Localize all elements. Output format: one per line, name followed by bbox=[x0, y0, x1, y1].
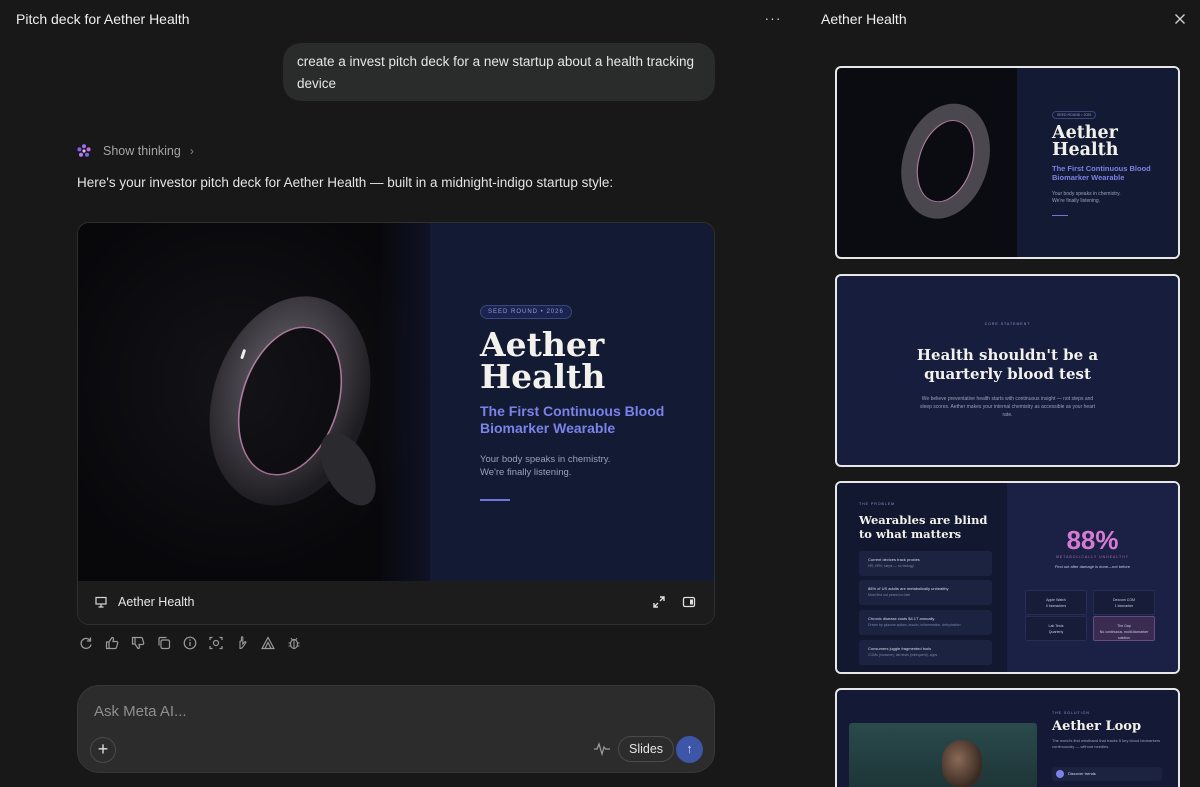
side-panel-icon[interactable] bbox=[682, 595, 696, 609]
chat-panel: Pitch deck for Aether Health ··· create … bbox=[0, 0, 800, 787]
slides-side-panel: Aether Health SEED ROUND • 2026 Aether H… bbox=[800, 0, 1200, 787]
thumb-badge: SEED ROUND • 2026 bbox=[1052, 111, 1097, 119]
person-face-image bbox=[942, 740, 982, 787]
triangle-layers-icon[interactable] bbox=[260, 635, 276, 651]
problem-row-detail: Driven by glucose spikes, insulin, infla… bbox=[868, 623, 961, 627]
slide-title-panel bbox=[430, 223, 714, 581]
share-hand-icon[interactable] bbox=[234, 635, 250, 651]
thumb-headline: Aether Loop bbox=[1052, 719, 1142, 734]
comparison-cell: Lab Tests Quarterly bbox=[1025, 616, 1087, 641]
thumb-kicker: THE SOLUTION bbox=[1052, 711, 1090, 715]
stat-value: 88% bbox=[1066, 525, 1119, 555]
problem-row-detail: CGMs (invasive), lab tests (infrequent),… bbox=[868, 653, 938, 657]
deck-preview-slide[interactable]: SEED ROUND • 2026 Aether Health The Firs… bbox=[78, 223, 714, 581]
screenshot-scan-icon[interactable] bbox=[208, 635, 224, 651]
meta-ai-spark-icon bbox=[77, 144, 91, 157]
problem-row: Consumers juggle fragmented tools CGMs (… bbox=[859, 640, 992, 665]
problem-row-title: Consumers juggle fragmented tools bbox=[868, 646, 932, 651]
expand-icon[interactable] bbox=[652, 595, 666, 609]
discover-trends-chip: Discover trends bbox=[1052, 767, 1162, 781]
deck-name: Aether Health bbox=[118, 595, 195, 609]
stat-label: METABOLICALLY UNHEALTHY bbox=[1055, 555, 1130, 559]
cell-value: 0 biomarkers bbox=[1045, 604, 1067, 608]
deck-footer: Aether Health bbox=[78, 581, 714, 624]
chat-title: Pitch deck for Aether Health bbox=[16, 11, 190, 27]
seed-round-badge: SEED ROUND • 2026 bbox=[480, 305, 572, 319]
slide-body-line: Your body speaks in chemistry. bbox=[480, 454, 611, 465]
thumb-subtitle: The First Continuous Blood Biomarker Wea… bbox=[1052, 164, 1151, 182]
problem-row-detail: Most find out years too late bbox=[868, 593, 911, 597]
slide-body: Your body speaks in chemistry. We're fin… bbox=[480, 453, 680, 479]
thumb-body-line: Your body speaks in chemistry. bbox=[1052, 191, 1121, 197]
problem-row-title: Current devices track proxies bbox=[868, 557, 920, 562]
info-icon[interactable] bbox=[182, 635, 198, 651]
thumb-accent-rule bbox=[1052, 215, 1068, 216]
voice-waveform-icon[interactable] bbox=[593, 742, 611, 756]
wristband-image bbox=[209, 296, 376, 506]
accent-rule bbox=[480, 499, 510, 501]
problem-row-title: 88% of US adults are metabolically unhea… bbox=[868, 586, 949, 591]
assistant-reply: Here's your investor pitch deck for Aeth… bbox=[77, 175, 614, 190]
thumb-headline: Wearables are blind to what matters bbox=[859, 513, 988, 541]
copy-icon[interactable] bbox=[156, 635, 172, 651]
send-button[interactable]: ↑ bbox=[676, 736, 703, 763]
regenerate-icon[interactable] bbox=[78, 635, 94, 651]
problem-row: Chronic disease costs $4.1T annually Dri… bbox=[859, 610, 992, 635]
slide-body-line: We're finally listening. bbox=[480, 467, 572, 478]
stat-caption: Find out after damage is done—not before bbox=[1054, 564, 1131, 569]
problem-row: Current devices track proxies HR, HRV, s… bbox=[859, 551, 992, 576]
user-message: create a invest pitch deck for a new sta… bbox=[283, 43, 715, 101]
thumb-kicker: THE PROBLEM bbox=[859, 502, 896, 506]
problem-row-detail: HR, HRV, steps — no biology bbox=[868, 564, 914, 568]
cell-value: Quarterly bbox=[1048, 630, 1064, 634]
thumbs-up-icon[interactable] bbox=[104, 635, 120, 651]
presentation-icon bbox=[95, 596, 107, 608]
slide-thumbnail-3[interactable]: THE PROBLEM Wearables are blind to what … bbox=[835, 481, 1180, 674]
message-composer: + Slides ↑ bbox=[77, 685, 715, 773]
thumb-paragraph: We believe preventative health starts wi… bbox=[919, 396, 1096, 418]
side-panel-title: Aether Health bbox=[821, 11, 907, 27]
thumb-paragraph: The world's first wristband that tracks … bbox=[1052, 738, 1161, 749]
chevron-right-icon: › bbox=[189, 144, 194, 158]
add-attachment-button[interactable]: + bbox=[90, 737, 116, 763]
comparison-cell: Apple Watch 0 biomarkers bbox=[1025, 590, 1087, 615]
bug-report-icon[interactable] bbox=[286, 635, 302, 651]
cell-value: No continuous, multi-biomarker solution bbox=[1099, 630, 1149, 640]
slide-title: Aether Health bbox=[480, 325, 606, 396]
thumb-kicker: CORE STATEMENT bbox=[984, 322, 1031, 326]
slides-mode-chip[interactable]: Slides bbox=[618, 736, 675, 762]
thumbs-down-icon[interactable] bbox=[130, 635, 146, 651]
show-thinking-toggle[interactable]: Show thinking › bbox=[76, 142, 194, 160]
thumb-body-line: We're finally listening. bbox=[1052, 198, 1101, 204]
slide-thumbnail-2[interactable]: CORE STATEMENT Health shouldn't be a qua… bbox=[835, 274, 1180, 467]
close-icon[interactable] bbox=[1172, 11, 1188, 27]
thumb-title: Aether Health bbox=[1052, 123, 1119, 160]
pitch-deck-card[interactable]: SEED ROUND • 2026 Aether Health The Firs… bbox=[77, 222, 715, 625]
message-actions bbox=[78, 635, 302, 651]
show-thinking-label: Show thinking bbox=[103, 144, 181, 158]
app-root: Pitch deck for Aether Health ··· create … bbox=[0, 0, 1200, 787]
thumb-headline: Health shouldn't be a quarterly blood te… bbox=[916, 346, 1099, 383]
slide-thumbnail-4[interactable]: THE SOLUTION Aether Loop The world's fir… bbox=[835, 688, 1180, 787]
comparison-cell: Dexcom CGM 1 biomarker bbox=[1093, 590, 1155, 615]
wristband-thumb-image bbox=[901, 103, 990, 219]
problem-row-title: Chronic disease costs $4.1T annually bbox=[868, 616, 935, 621]
thumb-body: Your body speaks in chemistry. We're fin… bbox=[1052, 191, 1162, 205]
thumb-right-panel bbox=[1007, 483, 1178, 672]
cell-value: 1 biomarker bbox=[1114, 604, 1134, 608]
ask-meta-ai-input[interactable] bbox=[94, 700, 594, 722]
problem-row: 88% of US adults are metabolically unhea… bbox=[859, 580, 992, 605]
slide-subtitle: The First Continuous Blood Biomarker Wea… bbox=[480, 403, 665, 436]
comparison-cell-highlight: The Gap No continuous, multi-biomarker s… bbox=[1093, 616, 1155, 641]
more-options-button[interactable]: ··· bbox=[762, 9, 784, 29]
slide-thumbnail-1[interactable]: SEED ROUND • 2026 Aether Health The Firs… bbox=[835, 66, 1180, 259]
